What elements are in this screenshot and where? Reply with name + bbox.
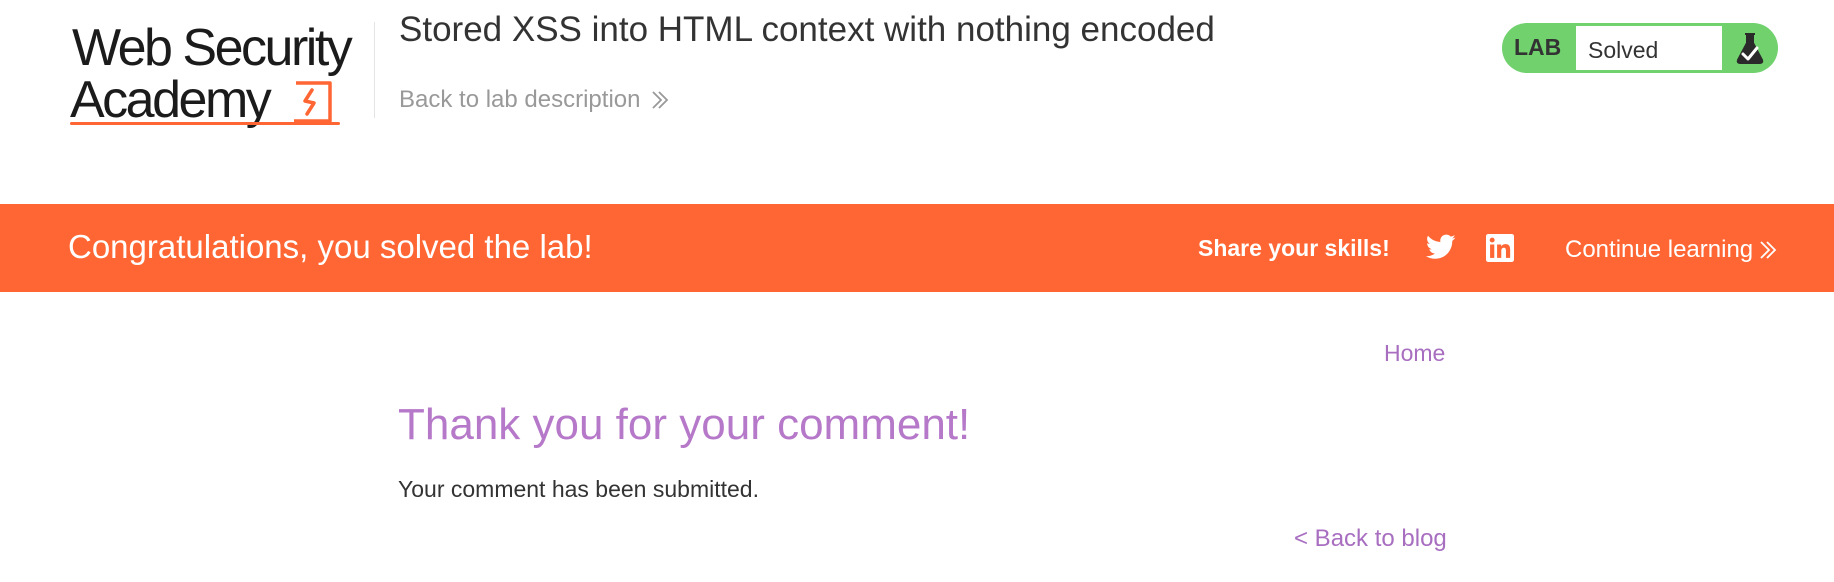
- twitter-icon[interactable]: [1426, 234, 1456, 260]
- logo-text-line1: Web Security: [72, 19, 353, 77]
- lab-status-value: Solved: [1588, 37, 1659, 63]
- share-skills-label: Share your skills!: [1198, 235, 1390, 261]
- logo-text-line2: Academy: [70, 71, 272, 129]
- double-chevron-right-icon: [652, 91, 669, 109]
- double-chevron-right-icon: [1760, 241, 1777, 259]
- comment-submitted-message: Your comment has been submitted.: [398, 476, 759, 502]
- flask-icon: [1736, 33, 1764, 64]
- logo-underline: [70, 122, 340, 125]
- congratulations-message: Congratulations, you solved the lab!: [68, 228, 593, 265]
- back-to-blog-link[interactable]: < Back to blog: [1294, 525, 1447, 553]
- academy-logo[interactable]: Web Security Academy: [68, 18, 372, 130]
- nav-home-link[interactable]: Home: [1384, 340, 1445, 367]
- continue-learning-link[interactable]: Continue learning: [1565, 236, 1777, 264]
- lab-status-widget: LAB Solved: [1502, 23, 1778, 73]
- back-to-lab-description-label: Back to lab description: [399, 86, 641, 113]
- logo-mark-icon: [294, 81, 332, 123]
- lab-status-tag: LAB: [1514, 34, 1562, 60]
- continue-learning-label: Continue learning: [1565, 236, 1754, 263]
- comment-confirmation-heading: Thank you for your comment!: [398, 400, 971, 449]
- linkedin-icon[interactable]: [1486, 234, 1514, 262]
- back-to-lab-description-link[interactable]: Back to lab description: [399, 86, 670, 114]
- solved-banner: Congratulations, you solved the lab! Sha…: [0, 204, 1834, 292]
- page: Web Security Academy Stored XSS into HTM…: [0, 0, 1834, 582]
- lab-status-value-box: Solved: [1575, 25, 1723, 71]
- header: Web Security Academy Stored XSS into HTM…: [0, 0, 1834, 204]
- lab-title: Stored XSS into HTML context with nothin…: [399, 10, 1215, 49]
- header-divider: [374, 22, 375, 118]
